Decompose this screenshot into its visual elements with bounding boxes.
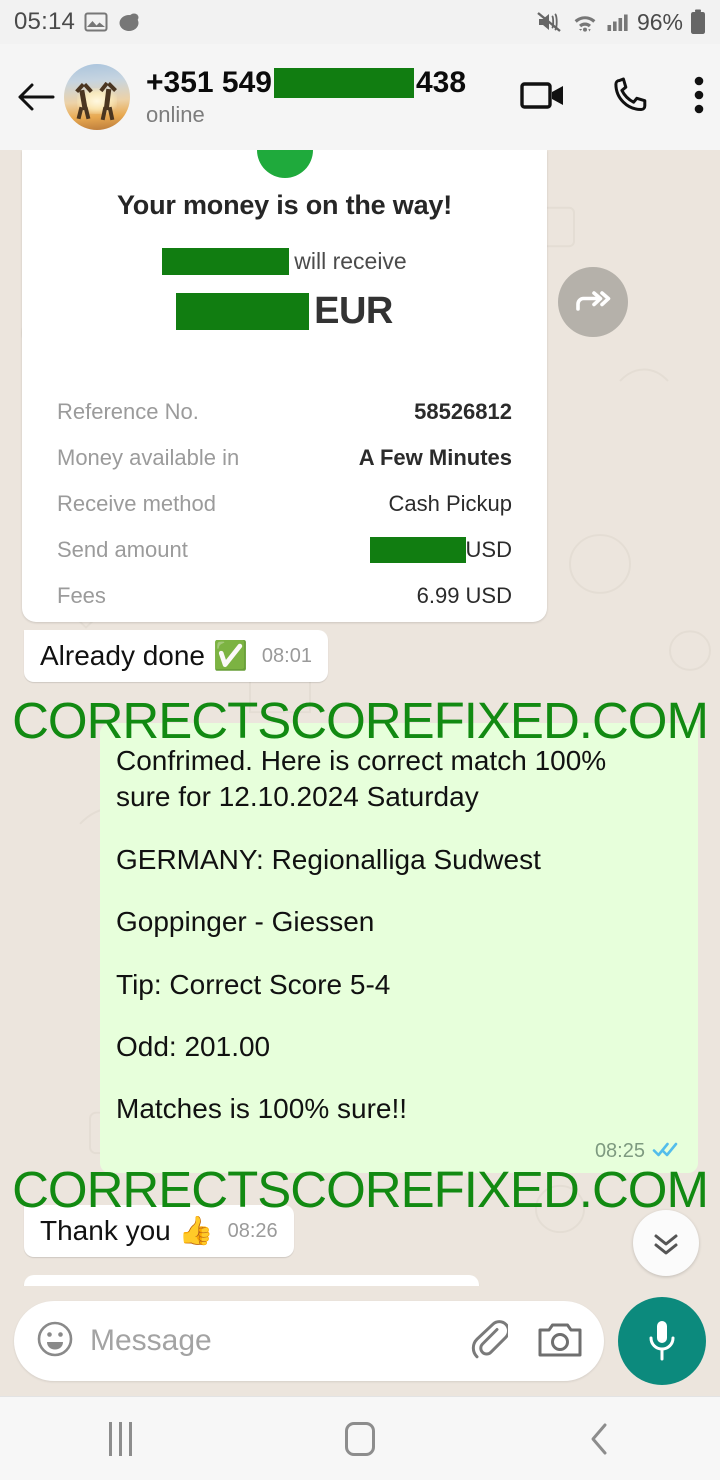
thumbs-up-emoji-icon: 👍 xyxy=(178,1215,214,1246)
receipt-row: Fees 6.99 USD xyxy=(57,573,512,619)
receipt-recipient-line: will receive xyxy=(22,248,547,275)
home-icon[interactable] xyxy=(300,1397,420,1480)
message-line-gap xyxy=(116,1065,676,1091)
image-icon xyxy=(84,10,108,34)
message-text: Thank you xyxy=(40,1215,171,1246)
receipt-row-key: Send amount xyxy=(57,537,188,562)
message-input-bar: Message xyxy=(0,1286,720,1396)
money-transfer-receipt-card[interactable]: Your money is on the way! will receive E… xyxy=(22,150,547,622)
message-line: Matches is 100% sure!! xyxy=(116,1093,408,1125)
receipt-amount-line: EUR xyxy=(22,290,547,333)
receipt-row-value: USD xyxy=(465,537,512,562)
system-navigation-bar xyxy=(0,1396,720,1480)
receipt-currency: EUR xyxy=(314,290,393,332)
message-line-gap xyxy=(116,1003,676,1029)
message-line-gap xyxy=(116,816,676,842)
message-input-pill[interactable]: Message xyxy=(14,1301,604,1381)
mute-icon xyxy=(537,10,564,34)
check-mark-emoji-icon: ✅ xyxy=(213,640,248,671)
contact-name: +351 549 438 xyxy=(146,66,508,100)
contact-name-suffix: 438 xyxy=(415,66,467,99)
more-options-icon[interactable] xyxy=(694,75,704,120)
receipt-row: Money available in A Few Minutes xyxy=(57,435,512,481)
presence-status: online xyxy=(146,102,205,127)
header-actions xyxy=(520,75,704,120)
chat-header: +351 549 438 online xyxy=(0,44,720,150)
status-bar-right: 96% xyxy=(537,9,706,36)
signal-icon xyxy=(606,10,630,34)
back-arrow-icon[interactable] xyxy=(10,80,62,114)
scroll-to-bottom-icon[interactable] xyxy=(633,1210,699,1276)
chat-area[interactable]: Your money is on the way! will receive E… xyxy=(0,150,720,1286)
contact-name-redaction xyxy=(273,68,414,98)
status-bar: 05:14 96% xyxy=(0,0,720,44)
receipt-row-key: Fees xyxy=(57,583,106,608)
attachment-icon[interactable] xyxy=(468,1318,510,1365)
input-pill-icons xyxy=(468,1318,582,1365)
avatar[interactable] xyxy=(64,64,130,130)
wifi-icon xyxy=(571,10,599,34)
message-line: Goppinger - Giessen xyxy=(116,906,375,938)
receipt-row-value: 6.99 USD xyxy=(416,583,512,608)
send-amount-redaction xyxy=(369,537,466,563)
read-receipt-icon xyxy=(652,1140,680,1163)
receipt-row-value: A Few Minutes xyxy=(358,445,512,470)
receipt-row-key: Reference No. xyxy=(57,399,199,424)
message-timestamp: 08:25 xyxy=(594,1140,645,1162)
message-list: Your money is on the way! will receive E… xyxy=(0,150,720,1286)
receipt-receive-label: will receive xyxy=(294,248,407,274)
microphone-icon[interactable] xyxy=(618,1297,706,1385)
video-call-icon[interactable] xyxy=(520,78,566,117)
recipient-redaction xyxy=(162,248,290,275)
message-line-gap xyxy=(116,878,676,904)
contact-name-prefix: +351 549 xyxy=(146,66,272,99)
message-timestamp: 08:26 xyxy=(227,1219,278,1242)
receipt-row-value: Cash Pickup xyxy=(388,491,512,516)
recents-icon[interactable] xyxy=(60,1397,180,1480)
receipt-row: Reference No. 58526812 xyxy=(57,389,512,435)
message-line-gap xyxy=(116,941,676,967)
message-text: Already done xyxy=(40,640,206,671)
receipt-row-value-wrap: USD xyxy=(369,537,512,563)
receipt-row-key: Money available in xyxy=(57,445,240,470)
app-icon xyxy=(117,10,141,34)
receipt-success-badge-icon xyxy=(256,150,313,178)
home-glyph xyxy=(345,1421,375,1456)
message-bubble-incoming[interactable]: Already done ✅ 08:01 xyxy=(24,630,328,682)
receipt-title: Your money is on the way! xyxy=(116,190,453,220)
status-bar-left: 05:14 xyxy=(14,8,141,36)
message-line: GERMANY: Regionalliga Sudwest xyxy=(116,843,541,875)
message-line: sure for 12.10.2024 Saturday xyxy=(116,781,479,813)
emoji-icon[interactable] xyxy=(36,1320,74,1363)
message-bubble-partial[interactable] xyxy=(24,1275,479,1286)
camera-icon[interactable] xyxy=(538,1320,582,1363)
message-meta: 08:25 xyxy=(595,1140,680,1163)
message-bubble-incoming[interactable]: Thank you 👍 08:26 xyxy=(24,1205,294,1257)
receipt-row-key: Receive method xyxy=(57,491,216,516)
message-line: Tip: Correct Score 5-4 xyxy=(116,968,391,1000)
message-timestamp: 08:01 xyxy=(261,644,312,667)
message-input-placeholder[interactable]: Message xyxy=(90,1324,458,1358)
receipt-row: Receive method Cash Pickup xyxy=(57,481,512,527)
status-clock: 05:14 xyxy=(14,8,76,35)
receipt-detail-rows: Reference No. 58526812 Money available i… xyxy=(22,389,547,619)
message-line: Odd: 201.00 xyxy=(116,1030,271,1062)
nav-back-icon[interactable] xyxy=(540,1397,660,1480)
receipt-row-value: 58526812 xyxy=(414,399,512,424)
recents-glyph xyxy=(108,1421,132,1456)
phone-call-icon[interactable] xyxy=(612,77,648,118)
header-contact-info[interactable]: +351 549 438 online xyxy=(146,66,508,128)
receipt-row: Send amount USD xyxy=(57,527,512,573)
message-line: Confrimed. Here is correct match 100% xyxy=(116,745,607,776)
message-bubble-outgoing[interactable]: Confrimed. Here is correct match 100% su… xyxy=(100,723,698,1173)
battery-icon xyxy=(690,9,706,35)
forward-icon[interactable] xyxy=(558,267,628,337)
amount-redaction xyxy=(176,293,310,330)
battery-percent: 96% xyxy=(636,8,683,35)
